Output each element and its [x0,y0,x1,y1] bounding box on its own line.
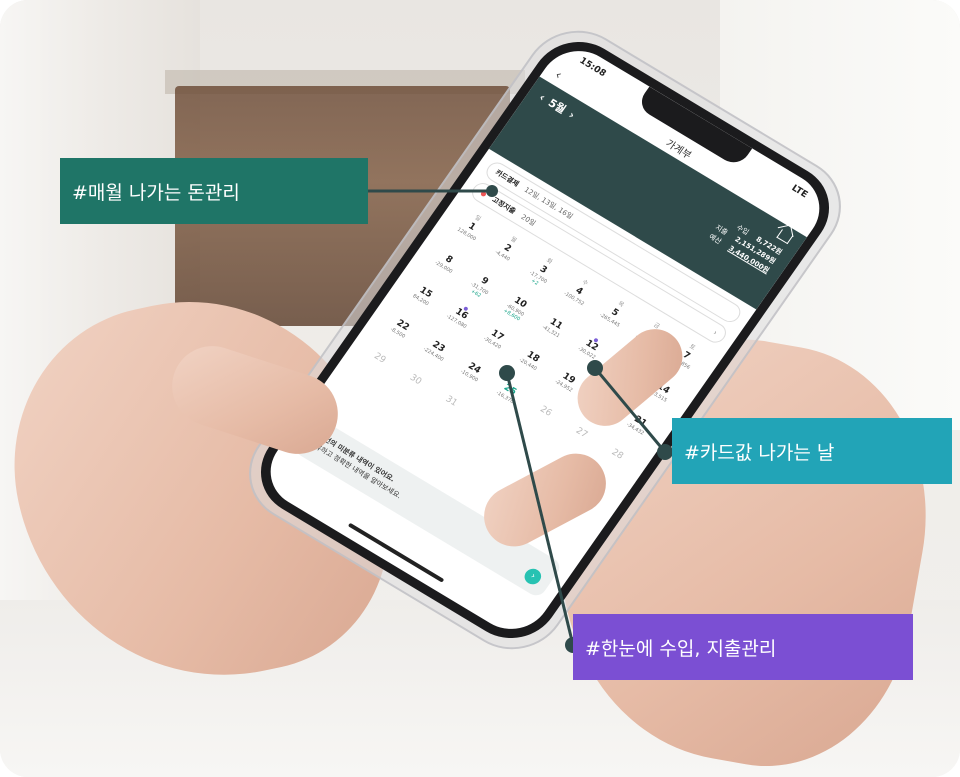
status-network: LTE [789,183,810,201]
chevron-left-icon[interactable]: ‹ [537,91,548,104]
month-label: 5월 [545,96,569,117]
callout-monthly: #매월 나가는 돈관리 [60,158,368,224]
chevron-right-icon[interactable]: › [566,108,577,121]
scene: 15:08 LTE ‹ 가계부 ‹ 5월 › 수입 8,722원 지출 2,15… [0,0,960,777]
chevron-right-icon: › [711,328,719,337]
fixed-expense-tag: 고정지출 [490,195,518,216]
red-dot-icon [480,190,488,197]
callout-overview: #한눈에 수입, 지출관리 [573,614,913,680]
callout-card-day: #카드값 나가는 날 [672,418,952,484]
smartphone: 15:08 LTE ‹ 가계부 ‹ 5월 › 수입 8,722원 지출 2,15… [228,11,862,669]
card-payment-tag: 카드결제 [493,168,521,189]
fixed-expense-date: 20일 [519,213,538,228]
